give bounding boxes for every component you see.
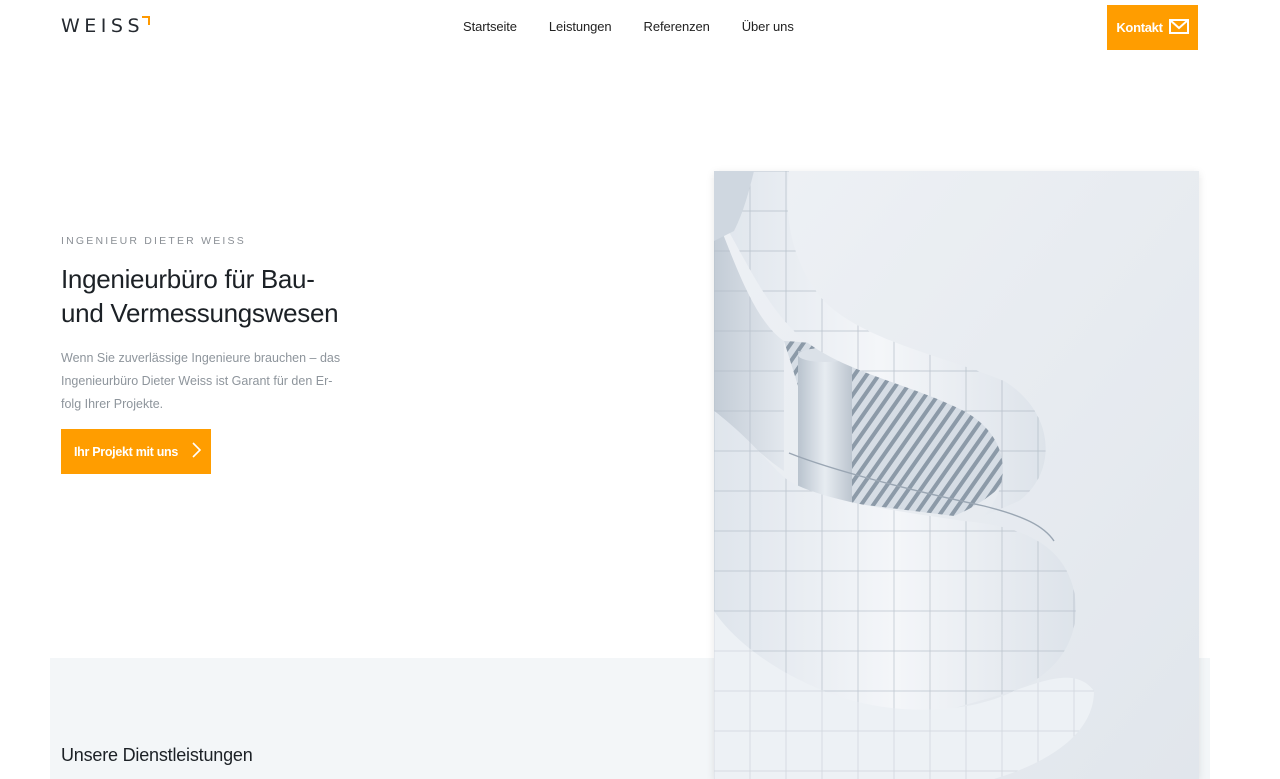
hero-title-line-2: und Vermessungswesen	[61, 298, 339, 328]
services-title: Unsere Dienstleistungen	[61, 745, 253, 765]
nav-item-startseite[interactable]: Startseite	[463, 19, 517, 35]
nav-item-ueber-uns[interactable]: Über uns	[742, 19, 794, 35]
contact-button[interactable]: Kontakt	[1107, 5, 1198, 50]
hero-description-line-1: Wenn Sie zuverlässige Ingenieure brauche…	[61, 351, 341, 365]
hero-title-line-1: Ingenieurbüro für Bau-	[61, 264, 315, 294]
hero-description: Wenn Sie zuverlässige Ingenieure brauche…	[61, 347, 361, 416]
hero-description-line-3: folg Ihrer Projekte.	[61, 397, 164, 411]
chevron-right-icon	[192, 442, 202, 461]
architecture-illustration	[714, 171, 1199, 779]
hero-title: Ingenieurbüro für Bau- und Vermessungswe…	[61, 262, 381, 330]
logo-corner-mark	[142, 16, 151, 25]
hero-eyebrow: INGENIEUR DIETER WEISS	[61, 235, 246, 247]
logo-text: WEISS	[61, 15, 145, 37]
hero-image	[714, 171, 1199, 779]
logo[interactable]: WEISS	[61, 13, 151, 39]
project-cta-button[interactable]: Ihr Projekt mit uns	[61, 429, 211, 474]
nav-item-referenzen[interactable]: Referenzen	[644, 19, 710, 35]
contact-button-label: Kontakt	[1116, 20, 1163, 35]
envelope-icon	[1168, 18, 1189, 37]
main-navigation: Startseite Leistungen Referenzen Über un…	[463, 19, 826, 35]
hero-description-line-2: Ingenieurbüro Dieter Weiss ist Garant fü…	[61, 374, 333, 388]
nav-item-leistungen[interactable]: Leistungen	[549, 19, 612, 35]
project-cta-label: Ihr Projekt mit uns	[74, 444, 179, 459]
